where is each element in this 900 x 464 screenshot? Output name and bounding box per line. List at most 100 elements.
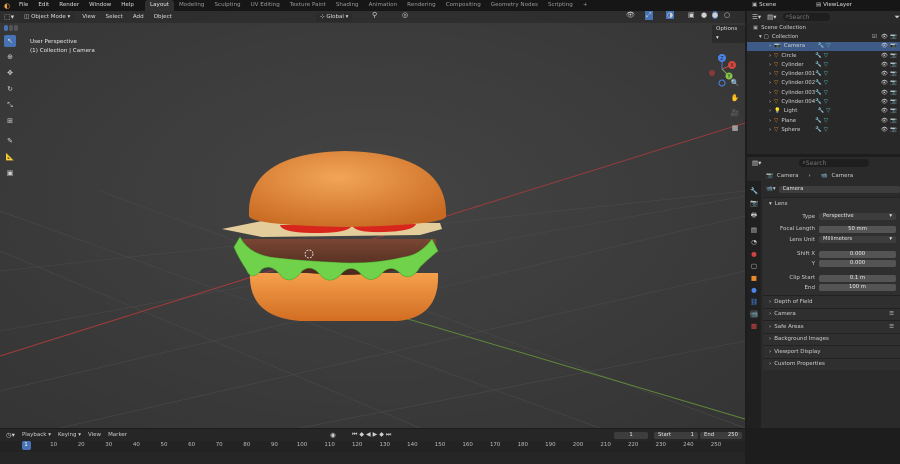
frame-ruler[interactable]: 1 10 20 30 40 50 60 70 80 90 100 110 120 130 140 150 160… [0, 441, 745, 452]
perspective-toggle-icon[interactable]: ▦ [729, 122, 741, 134]
section-camera[interactable]: › Camera ☰ [763, 307, 900, 320]
outliner-item-camera[interactable]: › 📷 Camera 🔧 ▽ 👁 📷 [747, 41, 900, 51]
collection-row[interactable]: ▾ ▢ Collection ☑ 👁 📷 [747, 32, 900, 41]
current-frame-field[interactable]: 1 [614, 431, 648, 439]
xray-icon[interactable]: ▣ [688, 11, 695, 19]
visibility-icon[interactable]: 👁 [881, 99, 888, 105]
tab-animation[interactable]: Animation [364, 0, 403, 11]
expand-chevron-icon[interactable]: › [769, 53, 771, 59]
expand-chevron-icon[interactable]: › [769, 127, 771, 133]
expand-chevron-icon[interactable]: › [769, 90, 771, 96]
type-dropdown[interactable]: Perspective ▾ [819, 213, 896, 221]
visibility-icon[interactable]: 👁 [881, 62, 888, 68]
render-toggle-icon[interactable]: 📷 [890, 71, 897, 77]
filter-icon[interactable]: ⏷ [894, 13, 900, 22]
pan-hand-icon[interactable]: ✋ [729, 92, 741, 104]
3d-viewport[interactable]: ⬚▾ ◫ Object Mode ▾ View Select Add Objec… [0, 11, 745, 428]
outliner-search[interactable]: ⌕ Search [782, 13, 831, 21]
outliner-item-circle[interactable]: › ▽ Circle 🔧 ▽ 👁 📷 [747, 51, 900, 60]
select-extend-icon[interactable] [9, 25, 13, 31]
orientation-dropdown[interactable]: ⊹ Global ▾ [316, 12, 353, 22]
tab-compositing[interactable]: Compositing [441, 0, 486, 11]
view-layer-selector[interactable]: ▤ ViewLayer [816, 0, 852, 11]
section-safe-areas[interactable]: › Safe Areas ☰ [763, 320, 900, 333]
viewport-menu-view[interactable]: View [80, 12, 97, 23]
cursor-tool-icon[interactable]: ⊕ [4, 51, 16, 63]
render-tab-icon[interactable]: 📷 [750, 199, 758, 207]
marker-menu[interactable]: Marker [108, 432, 127, 438]
outliner-item-cylinder-003[interactable]: › ▽ Cylinder.003 🔧 ▽ 👁 📷 [747, 88, 900, 97]
expand-chevron-icon[interactable]: › [769, 80, 771, 86]
end-frame-field[interactable]: End 250 [700, 431, 742, 439]
object-data-icon[interactable]: 🔧 ▽ [815, 127, 828, 133]
outliner-item-sphere[interactable]: › ▽ Sphere 🔧 ▽ 👁 📷 [747, 125, 900, 134]
collection-visibility-icon[interactable]: 👁 [881, 34, 888, 40]
timeline-view-menu[interactable]: View [88, 432, 101, 438]
play-reverse-icon[interactable]: ◀ [366, 431, 371, 439]
timeline-editor-icon[interactable]: ◷▾ [6, 431, 15, 439]
visibility-icon[interactable]: 👁 [881, 43, 888, 49]
datablock-name-field[interactable]: Camera [778, 185, 900, 193]
tab-geometry-nodes[interactable]: Geometry Nodes [486, 0, 543, 11]
expand-chevron-icon[interactable]: › [769, 43, 771, 49]
jump-start-icon[interactable]: ⏮ [352, 431, 357, 439]
render-toggle-icon[interactable]: 📷 [890, 108, 897, 114]
select-subtract-icon[interactable] [14, 25, 18, 31]
object-data-icon[interactable]: 🔧 ▽ [815, 90, 828, 96]
visibility-icon[interactable]: 👁 [881, 90, 888, 96]
render-toggle-icon[interactable]: 📷 [890, 43, 897, 49]
tab-shading[interactable]: Shading [331, 0, 364, 11]
collection-tab-icon[interactable]: ▢ [751, 262, 757, 270]
expand-chevron-icon[interactable]: › [769, 108, 771, 114]
gizmo-toggle-icon[interactable]: ⤢ [645, 11, 653, 20]
play-icon[interactable]: ▶ [373, 431, 378, 439]
outliner-editor-icon[interactable]: ☰▾ [752, 13, 761, 21]
world-tab-icon[interactable]: ● [751, 250, 757, 258]
collection-checkbox[interactable]: ☑ [872, 34, 877, 40]
keying-menu[interactable]: Keying ▾ [58, 432, 81, 438]
shift-x-field[interactable]: 0.000 [819, 250, 896, 258]
viewport-menu-select[interactable]: Select [104, 12, 125, 23]
select-box-icon[interactable] [4, 25, 8, 31]
physics-tab-icon[interactable]: ● [751, 286, 757, 294]
playback-menu[interactable]: Playback ▾ [22, 432, 51, 438]
render-toggle-icon[interactable]: 📷 [890, 118, 897, 124]
shading-material-icon[interactable]: ● [712, 11, 719, 19]
menu-render[interactable]: Render [54, 0, 84, 11]
timeline-track-area[interactable] [0, 452, 745, 464]
menu-window[interactable]: Window [84, 0, 116, 11]
render-toggle-icon[interactable]: 📷 [890, 53, 897, 59]
visibility-icon[interactable]: 👁 [881, 127, 888, 133]
viewport-menu-object[interactable]: Object [152, 12, 174, 23]
auto-keying-icon[interactable]: ◉ [330, 431, 336, 439]
editor-type-icon[interactable]: ⬚▾ [4, 13, 14, 21]
shift-y-field[interactable]: 0.000 [819, 260, 896, 268]
visibility-icon[interactable]: 👁 [881, 53, 888, 59]
presets-menu-icon[interactable]: ☰ [889, 311, 894, 317]
object-data-icon[interactable]: 🔧 ▽ [818, 108, 831, 114]
start-frame-field[interactable]: Start 1 [654, 431, 698, 439]
output-tab-icon[interactable]: 🖶 [751, 211, 757, 222]
move-tool-icon[interactable]: ✥ [4, 67, 16, 79]
select-tool-icon[interactable]: ↖ [4, 35, 16, 47]
shading-rendered-icon[interactable]: ○ [724, 11, 730, 19]
visibility-icon[interactable]: 👁 [881, 80, 888, 86]
render-toggle-icon[interactable]: 📷 [890, 62, 897, 68]
render-toggle-icon[interactable]: 📷 [890, 80, 897, 86]
outliner-item-cylinder[interactable]: › ▽ Cylinder 🔧 ▽ 👁 📷 [747, 60, 900, 69]
tab-sculpting[interactable]: Sculpting [209, 0, 245, 11]
menu-file[interactable]: File [14, 0, 33, 11]
blender-logo-icon[interactable]: ◐ [4, 2, 14, 10]
lens-section-header[interactable]: ▾ Lens [763, 197, 900, 210]
object-data-icon[interactable]: 🔧 ▽ [815, 99, 828, 105]
shading-solid-icon[interactable]: ● [701, 11, 707, 19]
outliner-item-cylinder-001[interactable]: › ▽ Cylinder.001 🔧 ▽ 👁 📷 [747, 69, 900, 78]
outliner-item-cylinder-002[interactable]: › ▽ Cylinder.002 🔧 ▽ 👁 📷 [747, 79, 900, 88]
snap-icon[interactable]: ⚲ [372, 11, 377, 19]
scene-tab-icon[interactable]: ◔ [751, 238, 757, 246]
collection-render-icon[interactable]: 📷 [890, 34, 897, 40]
scene-selector[interactable]: ▣ Scene [752, 0, 776, 11]
object-data-icon[interactable]: 🔧 ▽ [815, 80, 828, 86]
add-cube-tool-icon[interactable]: ▣ [4, 167, 16, 179]
measure-tool-icon[interactable]: 📐 [4, 151, 16, 163]
